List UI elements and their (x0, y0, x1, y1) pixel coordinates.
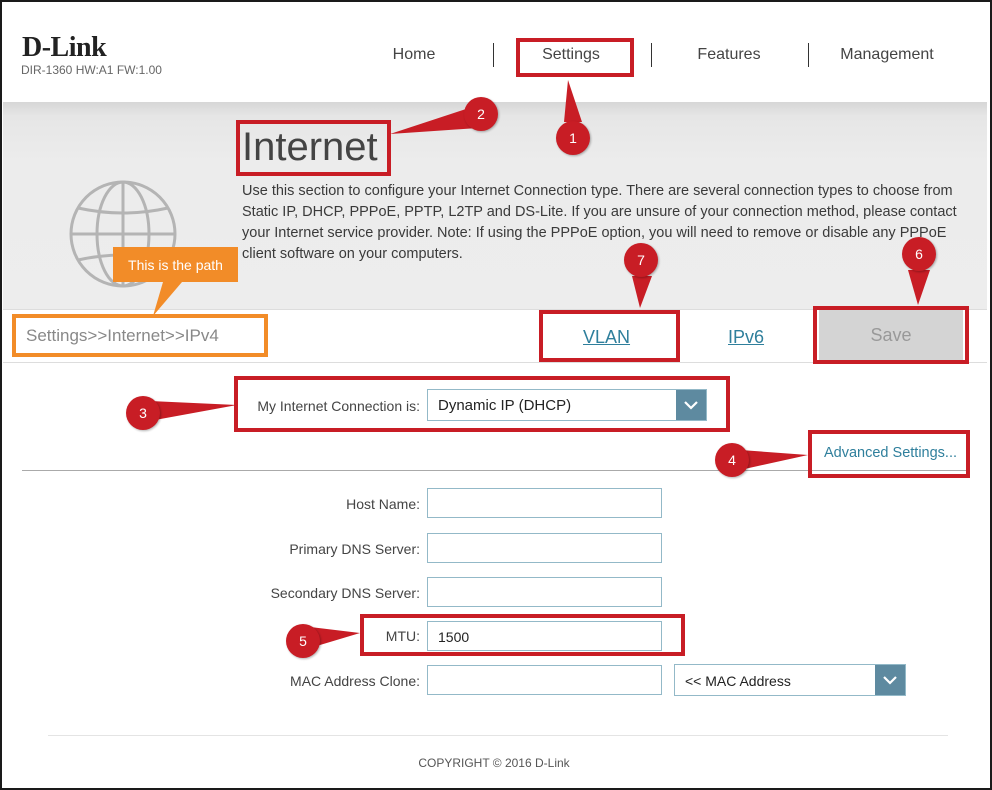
highlight-page-title (236, 120, 391, 176)
badge-2: 2 (464, 97, 498, 131)
callout-pointer (153, 282, 182, 316)
badge-3: 3 (126, 396, 160, 430)
badge-5: 5 (286, 624, 320, 658)
arrow-6-pointer (908, 270, 930, 305)
badge-6: 6 (902, 237, 936, 271)
path-callout: This is the path (113, 247, 238, 282)
highlight-vlan-link (539, 310, 680, 362)
arrow-7-pointer (632, 276, 652, 308)
arrow-1-pointer (564, 80, 582, 122)
highlight-connection-type (234, 376, 730, 432)
badge-1: 1 (556, 121, 590, 155)
highlight-settings-nav (516, 38, 634, 77)
highlight-path (12, 314, 268, 357)
highlight-save-button (813, 306, 969, 364)
arrow-3-pointer (150, 401, 237, 420)
badge-7: 7 (624, 243, 658, 277)
highlight-advanced-settings (808, 430, 970, 478)
badge-4: 4 (715, 443, 749, 477)
highlight-mtu (360, 614, 685, 656)
